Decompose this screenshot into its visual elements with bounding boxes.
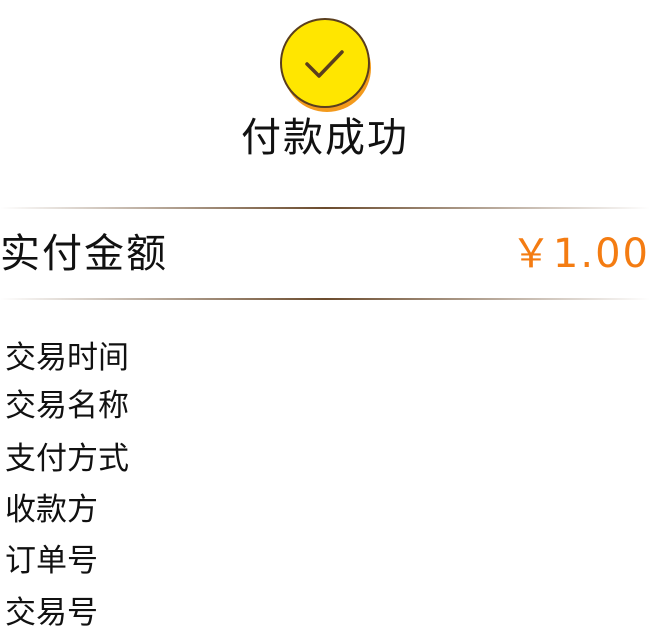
detail-payment-method: 支付方式 [5,441,129,477]
detail-trade-name: 交易名称 [5,388,129,424]
divider-top [0,207,650,209]
check-icon [305,50,344,78]
divider-bottom [0,298,650,300]
amount-row: 实付金额 ￥1.00 [0,222,650,286]
detail-order-number: 订单号 [5,543,98,579]
detail-trade-time: 交易时间 [5,340,129,376]
success-badge [280,18,371,112]
amount-label: 实付金额 [0,231,168,277]
detail-payee: 收款方 [5,492,98,528]
page-title: 付款成功 [241,115,409,161]
amount-value: ￥1.00 [510,231,650,277]
detail-trade-number: 交易号 [5,595,98,631]
payment-success-page: 付款成功 实付金额 ￥1.00 交易时间 交易名称 支付方式 收款方 订单号 交… [0,0,650,643]
